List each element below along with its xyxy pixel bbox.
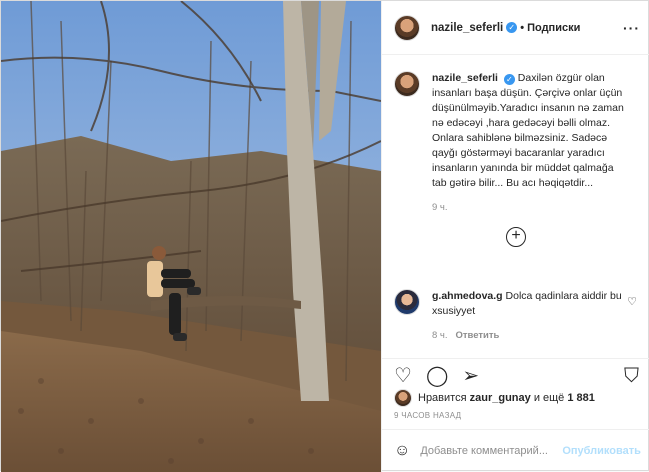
action-bar: ♡ ◯ ➢ ⛉ [382, 358, 649, 386]
more-horizontal-icon[interactable]: ··· [623, 20, 640, 36]
post-sidebar: nazile_seferli ✓ • Подписки ··· nazile_s… [381, 1, 649, 472]
comment-text-block: g.ahmedova.g Dolca qadinlara aiddir bu x… [432, 289, 628, 319]
like-heart-icon[interactable]: ♡ [394, 366, 412, 386]
caption-avatar[interactable] [394, 71, 420, 97]
author-avatar[interactable] [394, 14, 420, 41]
caption-text: Daxilən özgür olan insanları başa düşün.… [432, 72, 624, 189]
plus-circle-icon[interactable]: + [506, 227, 526, 247]
comments-panel: nazile_seferli ✓ Daxilən özgür olan insa… [382, 55, 649, 338]
separator-dot: • [520, 21, 525, 34]
liker-username[interactable]: zaur_gunay [470, 392, 531, 404]
post-dialog: nazile_seferli ✓ • Подписки ··· nazile_s… [0, 0, 649, 472]
caption-age: 9 ч. [432, 202, 448, 213]
comment-username[interactable]: g.ahmedova.g [432, 290, 503, 302]
save-bookmark-icon[interactable]: ⛉ [624, 366, 639, 386]
comment-item: g.ahmedova.g Dolca qadinlara aiddir bu x… [394, 289, 639, 338]
likes-summary: Нравится zaur_gunay и ещё 1 881 [394, 389, 595, 407]
liker-avatar[interactable] [394, 389, 412, 407]
comment-meta: 8 ч. Ответить [432, 330, 628, 338]
likes-middle: и ещё [533, 392, 565, 404]
load-more-comments[interactable]: + [382, 227, 649, 247]
likes-count[interactable]: 1 881 [567, 392, 595, 404]
likes-prefix: Нравится [418, 392, 467, 404]
comment-age: 8 ч. [432, 330, 448, 338]
verified-badge-icon: ✓ [506, 22, 518, 33]
add-comment-bar: ☺ Опубликовать [382, 429, 649, 472]
comment-input[interactable] [420, 445, 563, 457]
share-paper-plane-icon[interactable]: ➢ [462, 366, 479, 386]
publish-button[interactable]: Опубликовать [562, 445, 641, 457]
comment-like-heart-icon[interactable]: ♡ [627, 295, 637, 308]
post-header: nazile_seferli ✓ • Подписки ··· [382, 1, 649, 55]
comment-bubble-icon[interactable]: ◯ [426, 366, 448, 386]
reply-button[interactable]: Ответить [455, 330, 499, 338]
caption-item: nazile_seferli ✓ Daxilən özgür olan insa… [394, 71, 638, 213]
verified-badge-icon: ✓ [503, 74, 515, 85]
caption-text-block: nazile_seferli ✓ Daxilən özgür olan insa… [432, 71, 628, 191]
emoji-icon[interactable]: ☺ [394, 442, 410, 460]
commenter-avatar[interactable] [394, 289, 420, 315]
post-timestamp[interactable]: 9 ЧАСОВ НАЗАД [394, 411, 461, 420]
caption-username[interactable]: nazile_seferli [432, 72, 498, 84]
follow-status-button[interactable]: Подписки [527, 22, 580, 34]
post-photo[interactable] [1, 1, 381, 472]
author-username[interactable]: nazile_seferli [431, 22, 503, 34]
forest-scene-image [1, 1, 381, 472]
